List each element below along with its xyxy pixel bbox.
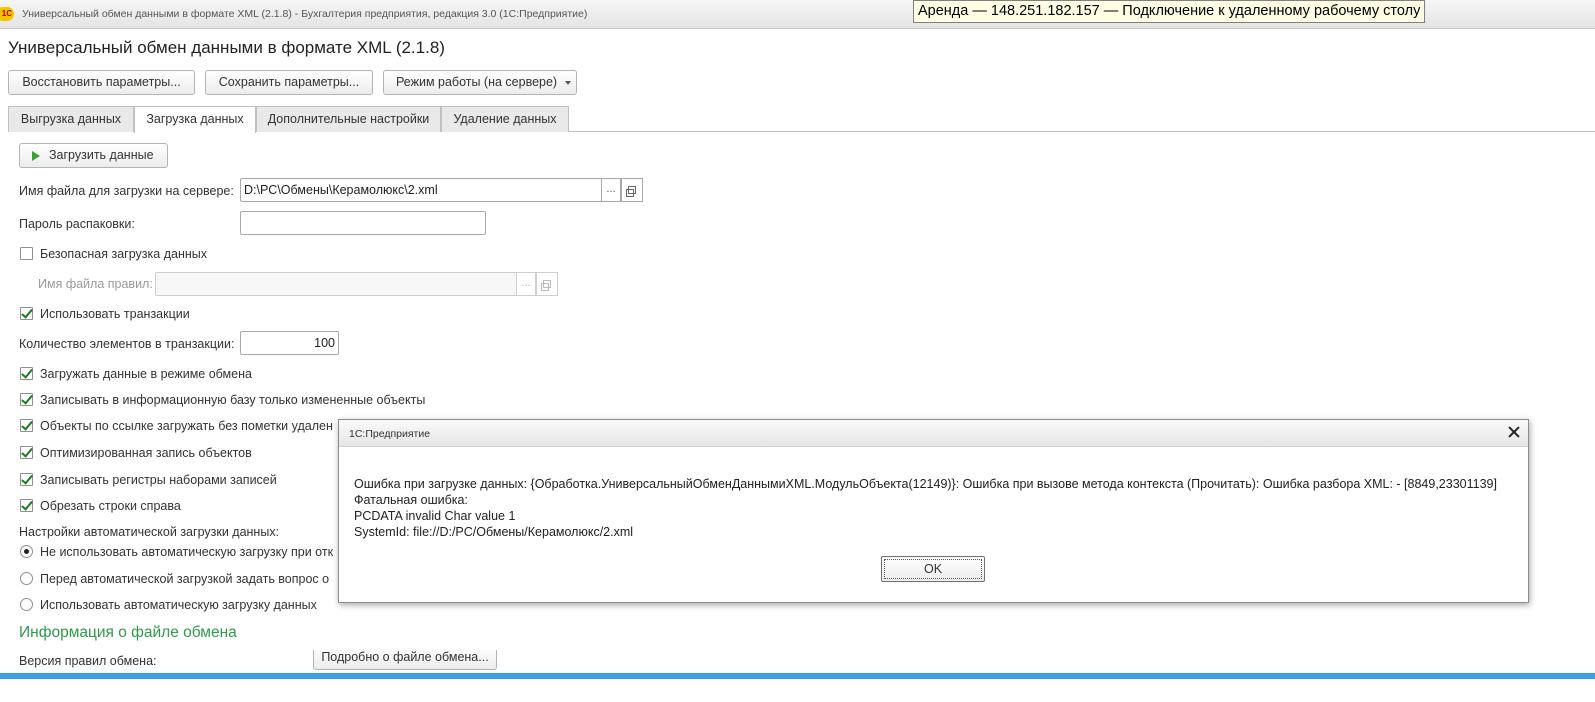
- bottom-accent-stripe: [0, 673, 1595, 679]
- file-open-button[interactable]: [621, 178, 643, 202]
- open-icon: [626, 186, 636, 197]
- password-input[interactable]: [240, 211, 486, 235]
- info-section-clip: Версия правил обмена: Подробно о файле о…: [0, 650, 1595, 673]
- open-icon: [541, 280, 551, 291]
- save-params-label: Сохранить параметры...: [218, 75, 360, 89]
- file-details-label: Подробно о файле обмена...: [321, 650, 489, 664]
- optimized-write-checkbox[interactable]: [20, 446, 33, 459]
- optimized-write-label: Оптимизированная запись объектов: [40, 446, 252, 460]
- tab-delete-data-label: Удаление данных: [453, 112, 557, 126]
- page-title: Универсальный обмен данными в формате XM…: [8, 38, 445, 57]
- file-select-button[interactable]: ...: [601, 178, 621, 202]
- trim-strings-label: Обрезать строки справа: [40, 499, 181, 513]
- chevron-down-icon: [565, 81, 571, 85]
- only-changed-checkbox[interactable]: [20, 393, 33, 406]
- load-data-button[interactable]: Загрузить данные: [19, 143, 168, 168]
- error-dialog: 1С:Предприятие Ошибка при загрузке данны…: [338, 419, 1529, 603]
- auto-option-no-auto-label: Не использовать автоматическую загрузку …: [40, 545, 334, 559]
- file-details-button[interactable]: Подробно о файле обмена...: [313, 650, 497, 670]
- window-title: Универсальный обмен данными в формате XM…: [22, 8, 588, 20]
- by-ref-checkbox[interactable]: [20, 419, 33, 432]
- rules-version-label: Версия правил обмена:: [19, 654, 157, 668]
- restore-params-button[interactable]: Восстановить параметры...: [8, 70, 195, 95]
- auto-option-auto-radio[interactable]: [20, 598, 33, 611]
- dialog-message-line: Фатальная ошибка:: [354, 493, 468, 507]
- by-ref-label: Объекты по ссылке загружать без пометки …: [40, 419, 333, 433]
- file-name-label: Имя файла для загрузки на сервере:: [19, 184, 234, 198]
- auto-settings-label: Настройки автоматической загрузки данных…: [19, 525, 280, 539]
- tab-additional-settings[interactable]: Дополнительные настройки: [256, 106, 441, 132]
- tab-import[interactable]: Загрузка данных: [134, 106, 256, 133]
- ok-button[interactable]: OK: [881, 556, 985, 582]
- load-data-label: Загрузить данные: [49, 148, 154, 162]
- rules-select-button[interactable]: ...: [516, 272, 536, 296]
- save-params-button[interactable]: Сохранить параметры...: [205, 70, 373, 95]
- exchange-mode-label: Загружать данные в режиме обмена: [40, 367, 252, 381]
- work-mode-label: Режим работы (на сервере): [396, 75, 558, 89]
- tx-count-input[interactable]: 100: [240, 331, 339, 355]
- exchange-mode-checkbox[interactable]: [20, 367, 33, 380]
- dialog-header: 1С:Предприятие: [339, 420, 1528, 447]
- safe-load-checkbox[interactable]: [20, 247, 33, 260]
- close-icon[interactable]: [1508, 426, 1520, 438]
- safe-load-label: Безопасная загрузка данных: [40, 247, 207, 261]
- app-logo-icon: 1C: [0, 7, 14, 21]
- trim-strings-checkbox[interactable]: [20, 499, 33, 512]
- auto-option-ask-radio[interactable]: [20, 572, 33, 585]
- restore-params-label: Восстановить параметры...: [22, 75, 181, 89]
- play-icon: [32, 151, 40, 161]
- tab-export[interactable]: Выгрузка данных: [8, 106, 134, 132]
- dialog-message-line: PCDATA invalid Char value 1: [354, 509, 516, 523]
- registers-checkbox[interactable]: [20, 473, 33, 486]
- rules-open-button[interactable]: [536, 272, 558, 296]
- use-transactions-label: Использовать транзакции: [40, 307, 190, 321]
- registers-label: Записывать регистры наборами записей: [40, 473, 277, 487]
- work-mode-button[interactable]: Режим работы (на сервере): [383, 70, 577, 95]
- dialog-message-line: Ошибка при загрузке данных: {Обработка.У…: [354, 477, 1497, 491]
- password-label: Пароль распаковки:: [19, 217, 135, 231]
- use-transactions-checkbox[interactable]: [20, 307, 33, 320]
- tab-import-label: Загрузка данных: [146, 112, 244, 126]
- auto-option-ask-label: Перед автоматической загрузкой задать во…: [40, 572, 330, 586]
- tab-additional-settings-label: Дополнительные настройки: [267, 112, 430, 126]
- exchange-file-info-title: Информация о файле обмена: [19, 624, 237, 641]
- file-name-input[interactable]: D:\PC\Обмены\Керамолюкс\2.xml: [240, 178, 602, 202]
- rules-file-input[interactable]: [155, 272, 517, 296]
- rdp-connection-banner: Аренда — 148.251.182.157 — Подключение к…: [913, 0, 1426, 23]
- rules-file-label: Имя файла правил:: [38, 277, 153, 291]
- dialog-message-line: SystemId: file://D:/PC/Обмены/Керамолюкс…: [354, 525, 634, 539]
- dialog-title: 1С:Предприятие: [349, 428, 431, 440]
- tx-count-label: Количество элементов в транзакции:: [19, 337, 235, 351]
- tab-delete-data[interactable]: Удаление данных: [441, 106, 569, 132]
- only-changed-label: Записывать в информационную базу только …: [40, 393, 426, 407]
- tab-export-label: Выгрузка данных: [20, 112, 122, 126]
- auto-option-auto-label: Использовать автоматическую загрузку дан…: [40, 598, 317, 612]
- auto-option-no-auto-radio[interactable]: [20, 545, 33, 558]
